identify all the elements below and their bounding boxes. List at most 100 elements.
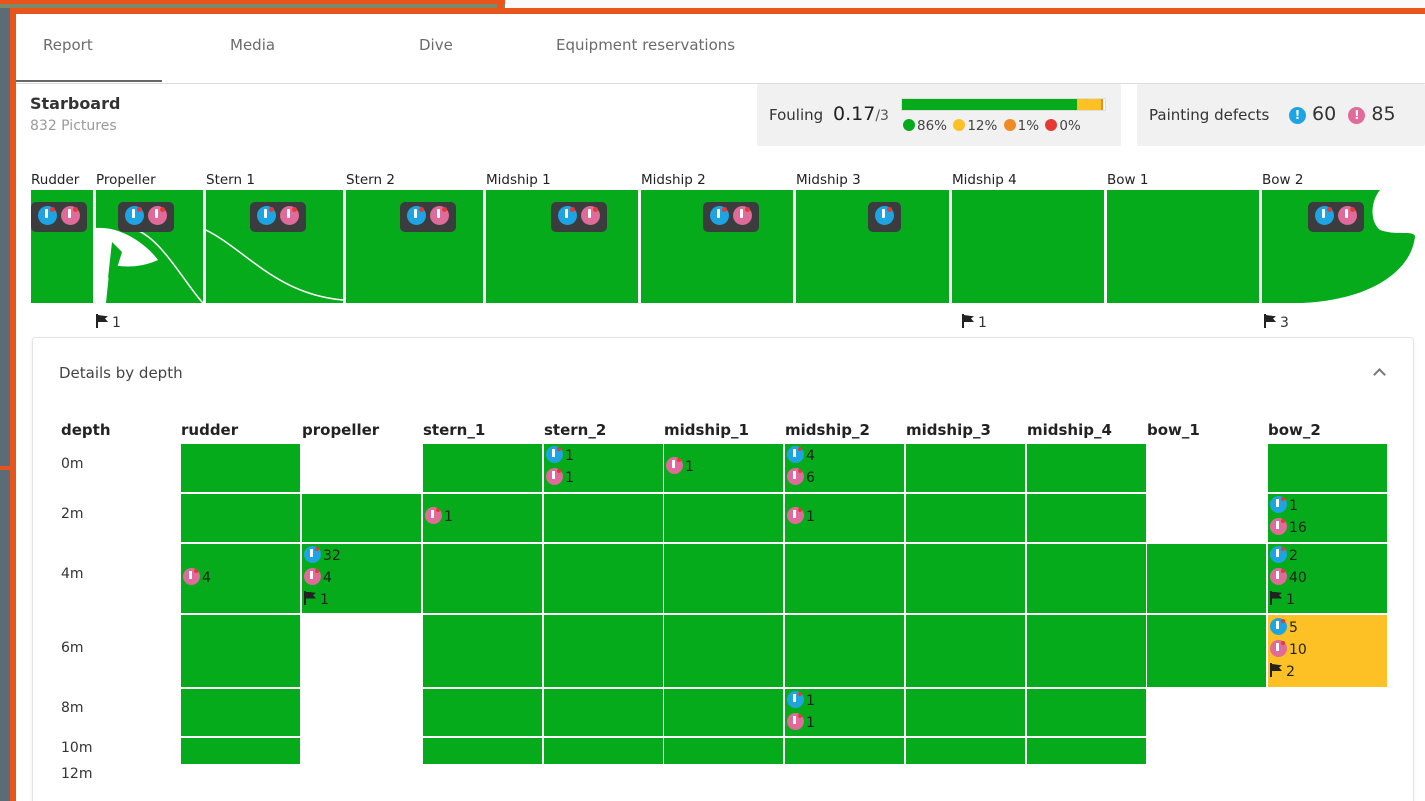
fouling-legend: 86% 12% 1% 0% <box>901 118 1081 134</box>
depth-cell[interactable] <box>423 444 542 492</box>
cell-defect-counts: 4 <box>183 567 211 589</box>
depth-cell[interactable] <box>1147 544 1266 613</box>
depth-cell[interactable] <box>302 494 421 542</box>
depth-cell[interactable] <box>1027 615 1146 687</box>
defect-count-value: 10 <box>1289 642 1307 658</box>
depth-cell[interactable] <box>664 544 783 613</box>
section-label: Midship 3 <box>796 172 861 188</box>
defect-blue-icon <box>787 446 804 463</box>
depth-cell[interactable] <box>1268 444 1387 492</box>
defect-pink-icon <box>61 206 80 225</box>
defect-pink-icon <box>425 507 442 524</box>
depth-cell[interactable] <box>1147 615 1266 687</box>
hull-section-rudder[interactable] <box>31 190 93 303</box>
hull-section-stern-1[interactable] <box>206 190 343 303</box>
flag-icon <box>962 314 974 328</box>
depth-cell[interactable] <box>544 738 663 764</box>
depth-row-label: 12m <box>61 766 93 782</box>
column-header-bow-1: bow_1 <box>1147 421 1200 439</box>
depth-cell[interactable] <box>1027 444 1146 492</box>
hull-section-propeller[interactable] <box>96 190 203 303</box>
depth-cell[interactable] <box>423 738 542 764</box>
depth-cell[interactable] <box>664 494 783 542</box>
defect-count-value: 4 <box>323 569 332 586</box>
depth-cell[interactable] <box>423 544 542 613</box>
depth-cell[interactable] <box>181 689 300 736</box>
side-title: Starboard <box>30 94 121 113</box>
flag-icon <box>1264 314 1276 328</box>
depth-cell[interactable] <box>785 615 904 687</box>
cell-defect-counts: 46 <box>787 445 815 489</box>
depth-cell[interactable] <box>544 689 663 736</box>
depth-cell[interactable] <box>785 738 904 764</box>
hull-section-bow-2[interactable] <box>1262 190 1415 303</box>
depth-cell[interactable] <box>906 738 1025 764</box>
cell-defect-counts: 1 16 <box>1270 495 1307 539</box>
depth-cell[interactable] <box>664 615 783 687</box>
hull-section-midship-1[interactable] <box>486 190 638 303</box>
defect-count-value: 1 <box>806 692 815 709</box>
defect-count-value: 1 <box>444 509 453 525</box>
hull-section-midship-2[interactable] <box>641 190 793 303</box>
tab-report[interactable]: Report <box>43 36 93 54</box>
defect-pink-icon <box>733 206 752 225</box>
depth-cell[interactable] <box>906 494 1025 542</box>
flag-count-bow-2: 3 <box>1264 314 1289 331</box>
defect-count-value: 40 <box>1289 569 1307 586</box>
defect-pink-icon <box>1270 567 1287 585</box>
depth-cell[interactable] <box>181 444 300 492</box>
depth-cell[interactable] <box>544 544 663 613</box>
cell-defect-counts: 1 <box>787 506 815 528</box>
column-header-midship-4: midship_4 <box>1027 421 1112 439</box>
flag-count-value: 1 <box>978 315 987 331</box>
depth-cell[interactable] <box>181 738 300 764</box>
depth-cell[interactable] <box>906 444 1025 492</box>
blue-defect-count: 60 <box>1312 103 1337 125</box>
depth-cell[interactable] <box>423 689 542 736</box>
hull-section-stern-2[interactable] <box>346 190 483 303</box>
tab-media[interactable]: Media <box>230 36 275 54</box>
depth-cell[interactable] <box>1027 544 1146 613</box>
hull-section-bow-1[interactable] <box>1107 190 1259 303</box>
cell-defect-counts: 1 <box>425 506 453 528</box>
depth-cell[interactable] <box>181 615 300 687</box>
depth-cell[interactable] <box>544 615 663 687</box>
painting-defects-card: Painting defects ! 60 ! 85 <box>1137 84 1425 146</box>
depth-cell[interactable] <box>1027 494 1146 542</box>
depth-cell[interactable] <box>664 689 783 736</box>
defect-pink-icon <box>148 206 167 225</box>
depth-cell[interactable] <box>785 544 904 613</box>
hull-section-midship-4[interactable] <box>952 190 1104 303</box>
depth-cell[interactable] <box>423 615 542 687</box>
fouling-bar-segment <box>1076 99 1101 110</box>
section-label: Propeller <box>96 172 156 188</box>
defect-count-value: 1 <box>320 591 329 608</box>
alert-blue-icon: ! <box>1289 107 1306 124</box>
depth-cell[interactable] <box>906 689 1025 736</box>
section-defects-badge <box>551 202 607 232</box>
depth-cell[interactable] <box>181 494 300 542</box>
column-header-stern-2: stern_2 <box>544 421 607 439</box>
section-defects-badge <box>400 202 456 232</box>
hull-section-midship-3[interactable] <box>796 190 949 303</box>
depth-cell[interactable] <box>664 738 783 764</box>
defect-pink-icon <box>787 468 804 485</box>
depth-cell[interactable] <box>1027 689 1146 736</box>
defect-count-value: 4 <box>202 569 211 586</box>
defect-pink-icon <box>787 507 804 524</box>
tab-dive[interactable]: Dive <box>419 36 453 54</box>
defect-blue-icon <box>558 206 577 225</box>
screenshot-stage: Report Media Dive Equipment reservations… <box>0 0 1425 801</box>
defect-pink-icon <box>1270 640 1287 657</box>
depth-cell[interactable] <box>906 615 1025 687</box>
depth-cell[interactable] <box>906 544 1025 613</box>
fouling-value: 0.17/3 <box>833 103 889 125</box>
depth-cell[interactable] <box>1027 738 1146 764</box>
depth-row-label: 2m <box>61 506 84 522</box>
defect-pink-icon <box>1270 518 1287 535</box>
depth-cell[interactable] <box>544 494 663 542</box>
defect-count-value: 1 <box>806 509 815 525</box>
cell-defect-counts: 11 <box>787 690 815 734</box>
tab-equipment-reservations[interactable]: Equipment reservations <box>556 36 735 54</box>
chevron-up-icon[interactable] <box>1373 366 1385 378</box>
